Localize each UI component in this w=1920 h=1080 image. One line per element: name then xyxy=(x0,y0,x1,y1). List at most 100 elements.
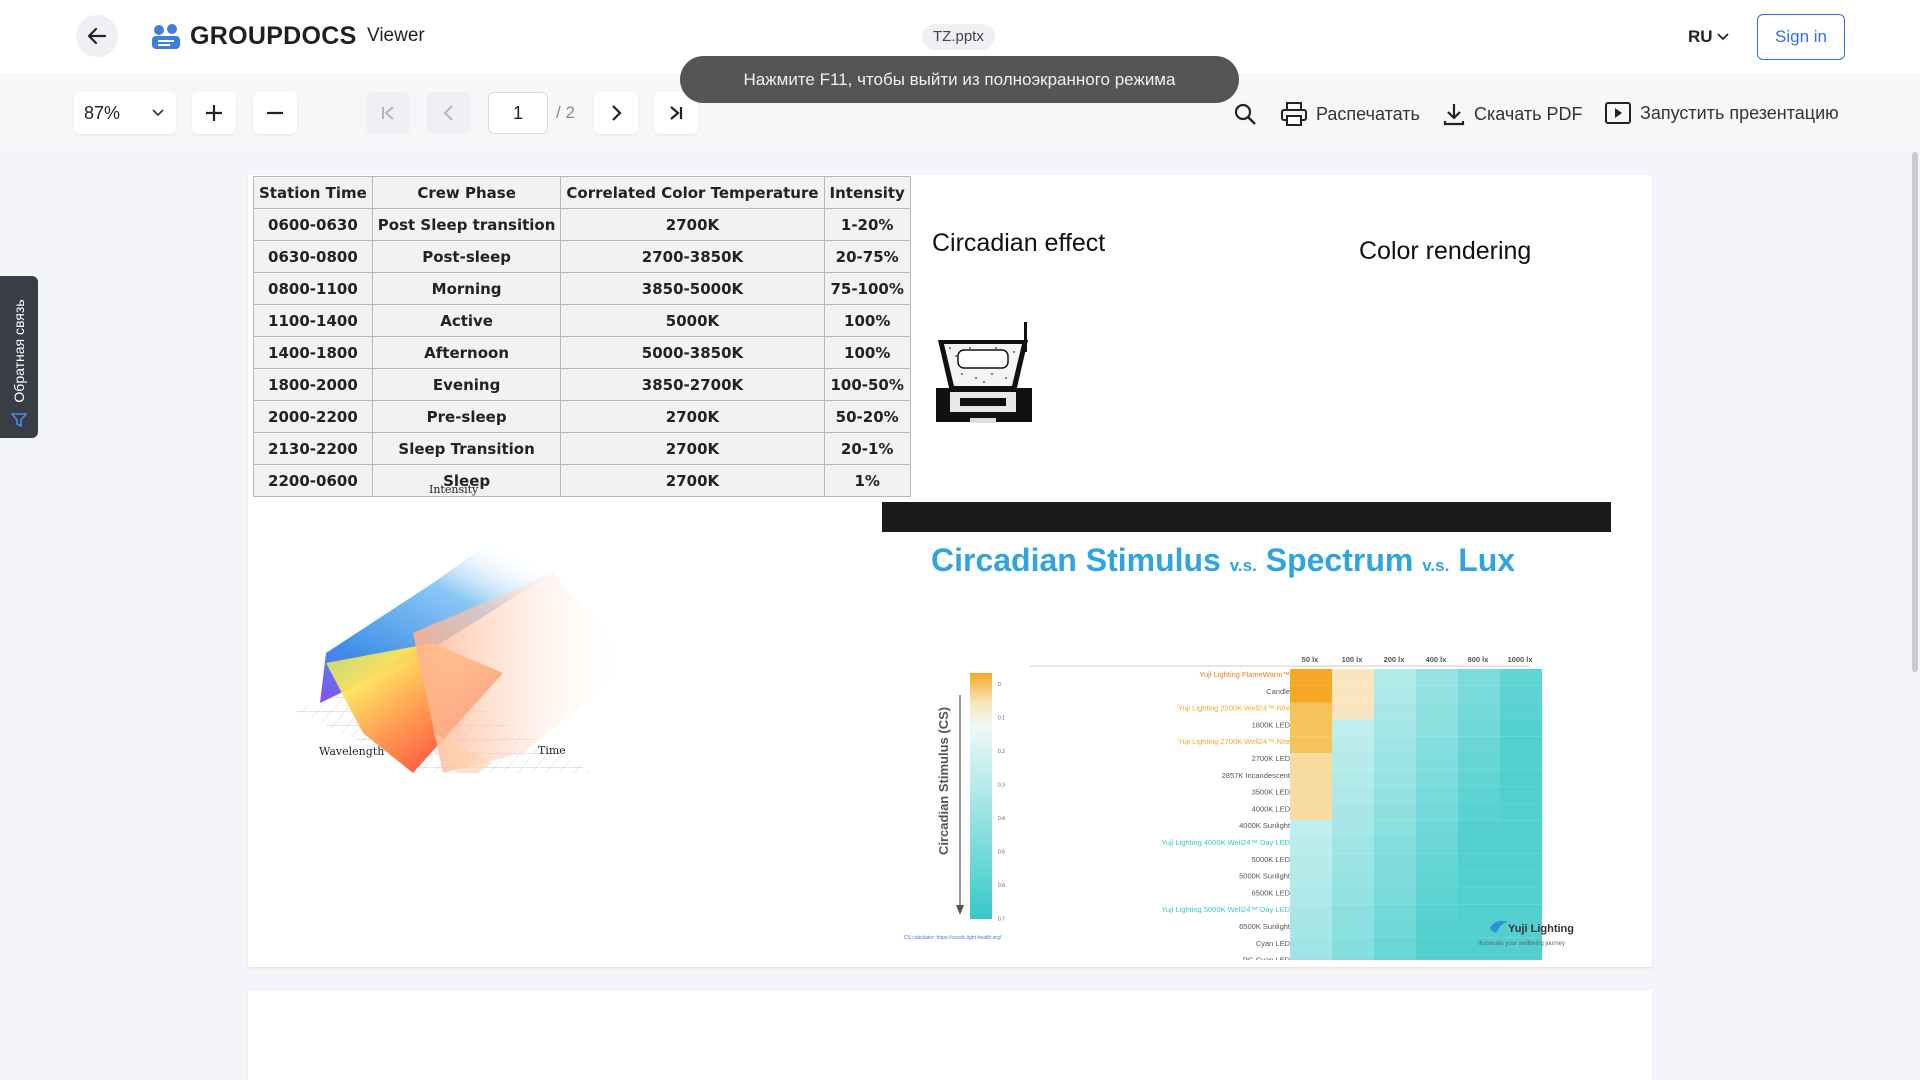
table-cell: Evening xyxy=(371,368,562,401)
zoom-in-button[interactable] xyxy=(192,92,236,134)
feedback-tab[interactable]: Обратная связь xyxy=(0,276,38,438)
cs-heatmap-cell xyxy=(1332,769,1374,787)
search-button[interactable] xyxy=(1233,102,1257,126)
cs-heatmap-cell xyxy=(1458,669,1500,686)
cs-scale-tick-label: 0.1 xyxy=(998,716,1005,722)
cs-heatmap-cell xyxy=(1374,685,1416,703)
cs-heatmap-cell xyxy=(1332,870,1374,888)
cs-heatmap-cell xyxy=(1500,870,1542,888)
print-button[interactable]: Распечатать xyxy=(1281,102,1420,126)
cs-heatmap-cell xyxy=(1416,820,1458,837)
cs-heatmap-cell xyxy=(1374,837,1416,854)
cs-heatmap-cell xyxy=(1290,786,1332,804)
cs-source-label: Yuji Lighting 2200K Well24™ Nite xyxy=(1178,704,1290,713)
cs-heatmap-cell xyxy=(1416,904,1458,921)
cs-source-label: 4000K LED xyxy=(1252,804,1291,813)
cs-heatmap-cell xyxy=(1500,702,1542,720)
back-button[interactable] xyxy=(76,15,118,57)
cs-lux-column-label: 400 lx xyxy=(1426,655,1448,664)
cs-heatmap-cell xyxy=(1290,853,1332,871)
cs-heatmap-cell xyxy=(1458,769,1500,787)
table-cell: 2700K xyxy=(560,208,825,241)
cs-source-label: 1800K LED xyxy=(1252,720,1291,729)
cs-heatmap-cell xyxy=(1332,954,1374,960)
cs-heatmap-cell xyxy=(1332,837,1374,854)
print-label: Распечатать xyxy=(1316,103,1420,124)
cs-y-axis-label: Circadian Stimulus (CS) xyxy=(936,707,951,855)
feedback-label: Обратная связь xyxy=(11,299,27,403)
intensity-surface-plot: Intensity Wavelength Time xyxy=(296,483,633,773)
zoom-out-button[interactable] xyxy=(253,92,297,134)
scrollbar-thumb[interactable] xyxy=(1912,152,1918,672)
language-selector[interactable]: RU xyxy=(1688,27,1729,47)
next-page-button[interactable] xyxy=(594,92,638,134)
start-presentation-button[interactable]: Запустить презентацию xyxy=(1605,102,1839,124)
cs-heatmap-cell xyxy=(1500,887,1542,905)
cs-heatmap-cell xyxy=(1500,820,1542,837)
color-rendering-heading: Color rendering xyxy=(1359,237,1532,265)
page-number-input[interactable]: 1 xyxy=(488,92,548,134)
cs-lux-column-label: 200 lx xyxy=(1384,655,1406,664)
cs-heatmap-cell xyxy=(1374,820,1416,837)
cs-title-part3: Lux xyxy=(1458,542,1516,578)
cs-heatmap-cell xyxy=(1332,786,1374,804)
cs-source-label: PC-Cyan LED xyxy=(1243,956,1291,960)
brand-name: Yuji Lighting xyxy=(1508,923,1574,935)
table-cell: 5000K xyxy=(560,304,825,337)
cs-heatmap-cell xyxy=(1374,887,1416,905)
cs-title-part2: Spectrum xyxy=(1265,542,1414,578)
table-row: 2130-2200 Sleep Transition 2700K 20-1% xyxy=(253,432,911,465)
table-row: 1800-2000 Evening 3850-2700K 100-50% xyxy=(253,368,911,401)
cs-heatmap-cell xyxy=(1332,719,1374,737)
cs-heatmap-cell xyxy=(1332,736,1374,753)
cs-heatmap-cell xyxy=(1332,753,1374,770)
cs-heatmap-cells xyxy=(1290,669,1542,960)
cs-source-label: 6500K LED xyxy=(1252,888,1291,897)
first-page-button[interactable] xyxy=(366,92,410,134)
cs-heatmap-cell xyxy=(1458,837,1500,854)
fullscreen-toast: Нажмите F11, чтобы выйти из полноэкранно… xyxy=(680,56,1239,103)
zoom-select[interactable]: 87% xyxy=(74,92,176,134)
table-cell: 1% xyxy=(823,464,911,497)
cs-source-label: Yuji Lighting 5000K Well24™ Day LED xyxy=(1161,905,1290,914)
cs-heatmap-cell xyxy=(1332,820,1374,837)
cs-heatmap-cell xyxy=(1374,669,1416,686)
table-cell: 50-20% xyxy=(823,400,911,433)
table-cell: 100-50% xyxy=(823,368,911,401)
cs-heatmap-cell xyxy=(1332,669,1374,686)
cs-heatmap-cell xyxy=(1416,719,1458,737)
cs-title-vs: v.s. xyxy=(1422,556,1450,575)
axis-label-time: Time xyxy=(538,744,566,757)
arrow-down-icon xyxy=(956,905,964,915)
download-pdf-button[interactable]: Скачать PDF xyxy=(1443,102,1583,126)
sign-in-button[interactable]: Sign in xyxy=(1757,14,1845,60)
cs-heatmap-cell xyxy=(1374,954,1416,960)
cs-heatmap-cell xyxy=(1416,702,1458,720)
cs-heatmap-cell xyxy=(1374,786,1416,804)
vertical-scrollbar[interactable] xyxy=(1910,150,1920,1080)
chevron-right-icon xyxy=(612,105,622,121)
cs-scale-tick-label: 0 xyxy=(998,682,1001,688)
cs-heatmap-cell xyxy=(1332,803,1374,821)
previous-page-button[interactable] xyxy=(427,92,471,134)
column-header: Crew Phase xyxy=(371,176,562,209)
groupdocs-logo[interactable]: GROUPDOCS xyxy=(150,22,357,51)
document-page-1: Station Time Crew Phase Correlated Color… xyxy=(248,175,1652,967)
cs-heatmap-cell xyxy=(1458,786,1500,804)
cs-heatmap-cell xyxy=(1374,719,1416,737)
table-row: 1400-1800 Afternoon 5000-3850K 100% xyxy=(253,336,911,369)
cs-heatmap-cell xyxy=(1458,803,1500,821)
cs-heatmap-cell xyxy=(1290,837,1332,854)
cs-source-label: 4000K Sunlight xyxy=(1239,821,1291,830)
page-total: / 2 xyxy=(556,103,575,122)
cs-source-label: Yuji Lighting FlameWarm™ xyxy=(1199,670,1290,679)
cs-heatmap-cell xyxy=(1332,685,1374,703)
cs-heatmap-cell xyxy=(1290,904,1332,921)
cs-heatmap-cell xyxy=(1290,685,1332,703)
chevron-down-icon xyxy=(152,109,164,117)
axis-label-wavelength: Wavelength xyxy=(319,745,384,758)
cs-color-scale xyxy=(970,673,992,919)
schedule-table-body: 0600-0630 Post Sleep transition 2700K 1-20%… xyxy=(253,208,911,497)
cs-heatmap-cell xyxy=(1290,719,1332,737)
cs-heatmap-cell xyxy=(1500,786,1542,804)
